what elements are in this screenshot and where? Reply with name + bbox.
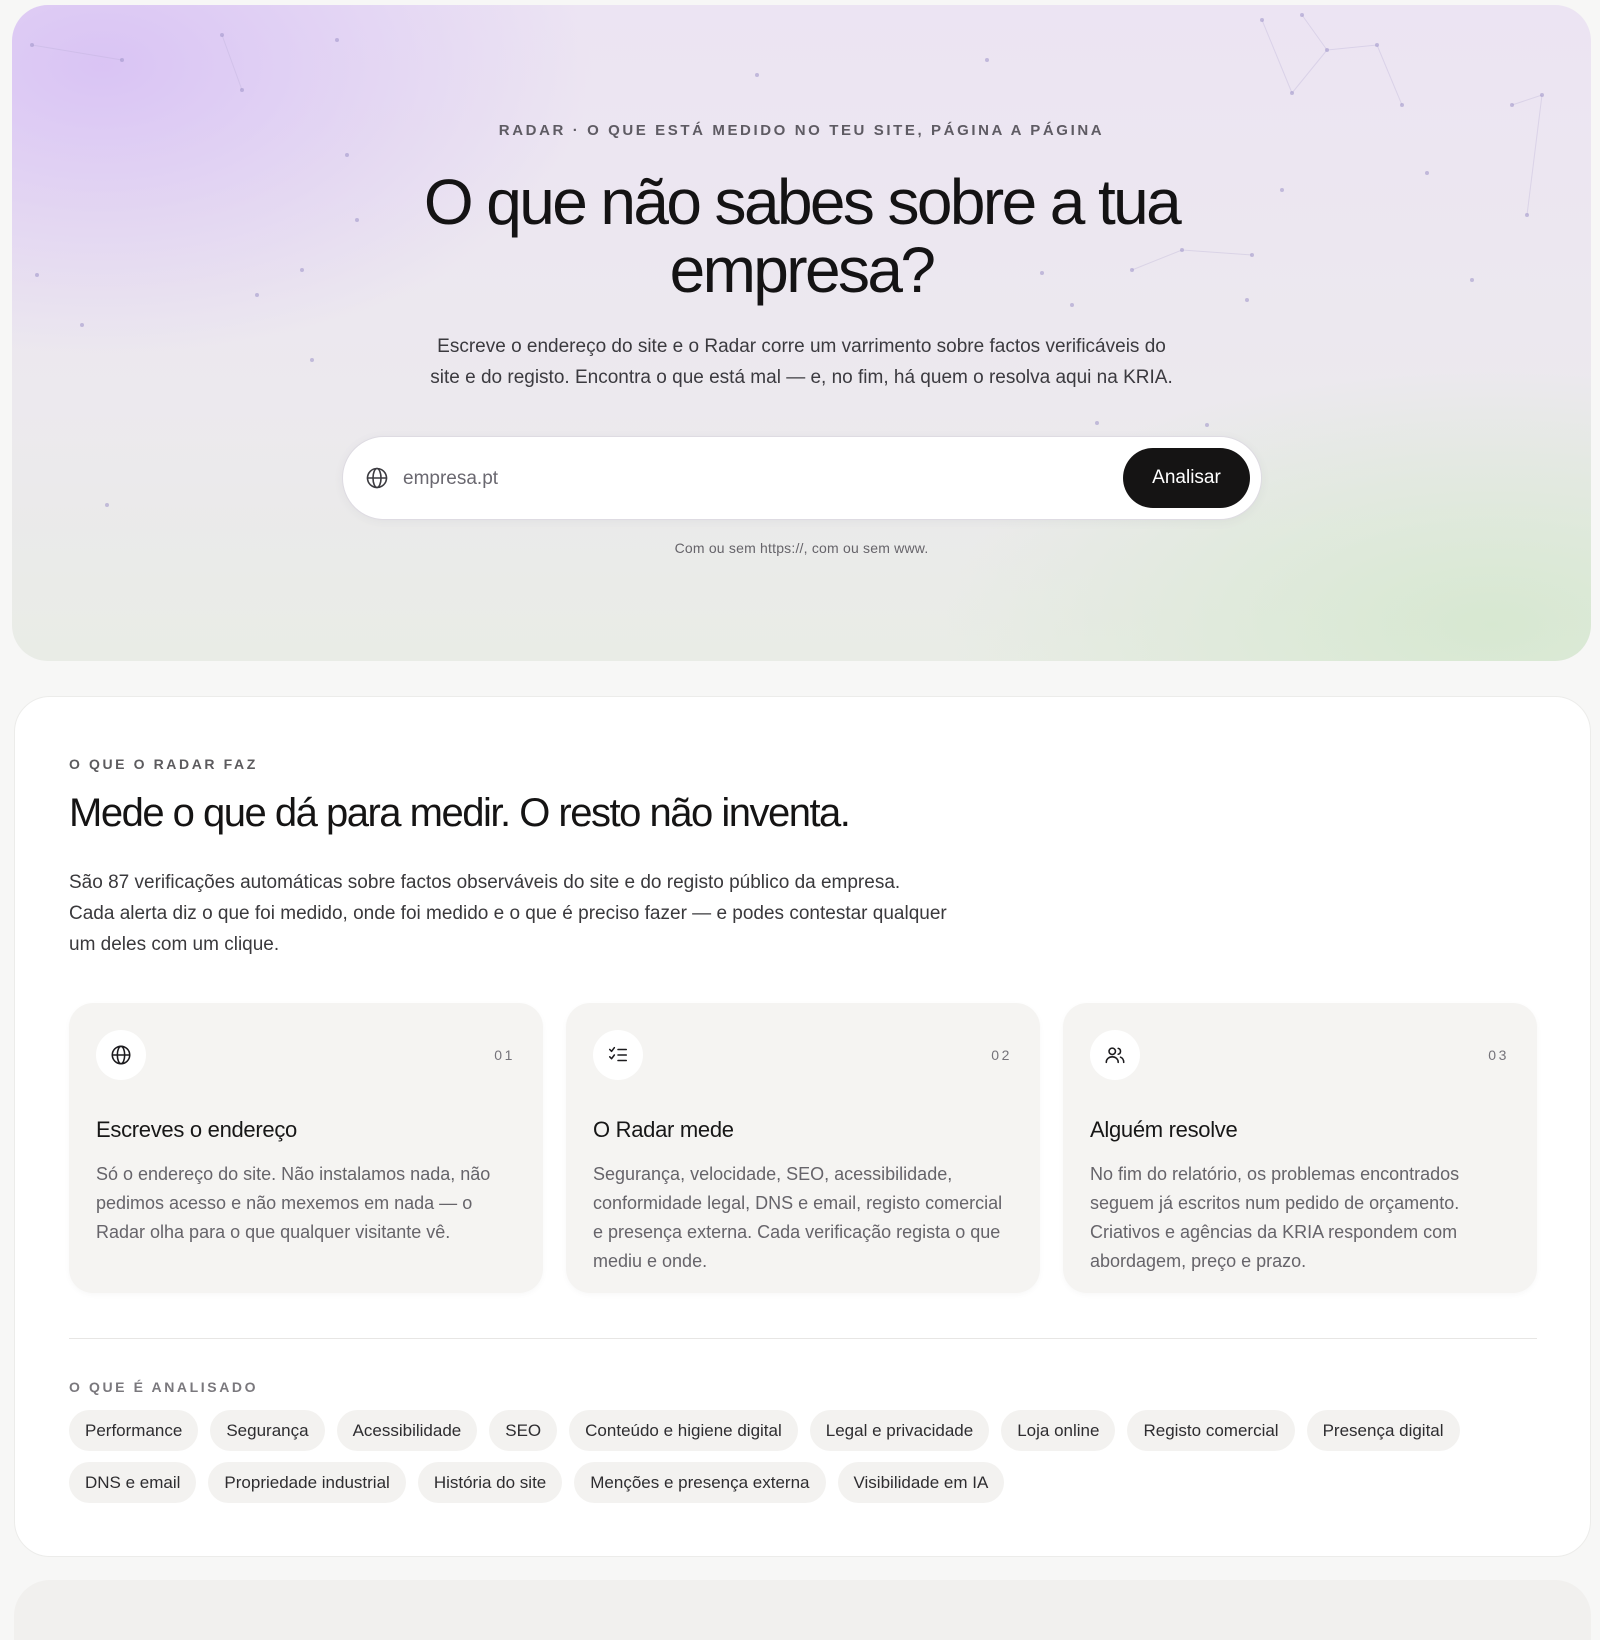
step-card-1: 01 Escreves o endereço Só o endereço do …: [69, 1003, 543, 1293]
tag-legal[interactable]: Legal e privacidade: [809, 1410, 990, 1451]
analysis-areas-eyebrow: O QUE É ANALISADO: [69, 1379, 259, 1395]
section-eyebrow: O QUE O RADAR FAZ: [69, 756, 258, 772]
section-description-line-1: São 87 verificações automáticas sobre fa…: [69, 872, 901, 893]
hero-subtitle-line-1: Escreve o endereço do site e o Radar cor…: [437, 336, 1166, 357]
tag-dns-email[interactable]: DNS e email: [69, 1462, 197, 1503]
tag-performance[interactable]: Performance: [69, 1410, 199, 1451]
step-number: 03: [1488, 1047, 1509, 1063]
users-icon: [1090, 1030, 1140, 1080]
hero-title: O que não sabes sobre a tua empresa?: [12, 168, 1591, 304]
tag-loja-online[interactable]: Loja online: [1001, 1410, 1116, 1451]
tag-presenca-digital[interactable]: Presença digital: [1306, 1410, 1460, 1451]
hero-title-line-1: O que não sabes sobre a tua: [423, 166, 1182, 238]
step-title: Escreves o endereço: [96, 1117, 297, 1142]
hero-title-line-2: empresa?: [669, 234, 936, 306]
tag-propriedade-industrial[interactable]: Propriedade industrial: [208, 1462, 406, 1503]
section-divider: [69, 1338, 1537, 1339]
section-description-line-3: um deles com um clique.: [69, 934, 280, 955]
hero-content: RADAR · O QUE ESTÁ MEDIDO NO TEU SITE, P…: [12, 5, 1591, 661]
search-bar: Analisar: [342, 436, 1262, 520]
hero-subtitle: Escreve o endereço do site e o Radar cor…: [12, 331, 1591, 393]
radar-features-section: O QUE O RADAR FAZ Mede o que dá para med…: [14, 696, 1591, 1557]
section-title: Mede o que dá para medir. O resto não in…: [69, 791, 851, 835]
step-text: No fim do relatório, os problemas encont…: [1090, 1164, 1460, 1271]
step-number: 02: [991, 1047, 1012, 1063]
globe-icon: [365, 466, 389, 490]
tag-seo[interactable]: SEO: [489, 1410, 558, 1451]
tag-visibilidade-ia[interactable]: Visibilidade em IA: [837, 1462, 1005, 1503]
hero-section: RADAR · O QUE ESTÁ MEDIDO NO TEU SITE, P…: [12, 5, 1591, 661]
step-card-3: 03 Alguém resolve No fim do relatório, o…: [1063, 1003, 1537, 1293]
hero-subtitle-line-2: site e do registo. Encontra o que está m…: [430, 367, 1173, 388]
tag-conteudo[interactable]: Conteúdo e higiene digital: [569, 1410, 798, 1451]
analysis-areas-tags: Performance Segurança Acessibilidade SEO…: [69, 1410, 1549, 1503]
steps-cards: 01 Escreves o endereço Só o endereço do …: [69, 1003, 1537, 1293]
step-card-2: 02 O Radar mede Segurança, velocidade, S…: [566, 1003, 1040, 1293]
tag-mencoes[interactable]: Menções e presença externa: [574, 1462, 826, 1503]
url-hint: Com ou sem https://, com ou sem www.: [674, 540, 929, 556]
url-input[interactable]: [403, 457, 1093, 501]
next-section-edge: [14, 1580, 1591, 1640]
tag-seguranca[interactable]: Segurança: [210, 1410, 325, 1451]
tag-historia-site[interactable]: História do site: [417, 1462, 563, 1503]
step-text: Só o endereço do site. Não instalamos na…: [96, 1164, 491, 1242]
checklist-icon: [593, 1030, 643, 1080]
tag-acessibilidade[interactable]: Acessibilidade: [336, 1410, 478, 1451]
step-title: Alguém resolve: [1090, 1117, 1238, 1142]
tag-registo-comercial[interactable]: Registo comercial: [1127, 1410, 1295, 1451]
globe-icon: [96, 1030, 146, 1080]
step-text: Segurança, velocidade, SEO, acessibilida…: [593, 1164, 1003, 1271]
hero-eyebrow: RADAR · O QUE ESTÁ MEDIDO NO TEU SITE, P…: [498, 122, 1105, 139]
section-description: São 87 verificações automáticas sobre fa…: [69, 867, 1009, 960]
analyze-button[interactable]: Analisar: [1123, 448, 1250, 508]
section-description-line-2: Cada alerta diz o que foi medido, onde f…: [69, 903, 947, 924]
step-title: O Radar mede: [593, 1117, 734, 1142]
step-number: 01: [494, 1047, 515, 1063]
